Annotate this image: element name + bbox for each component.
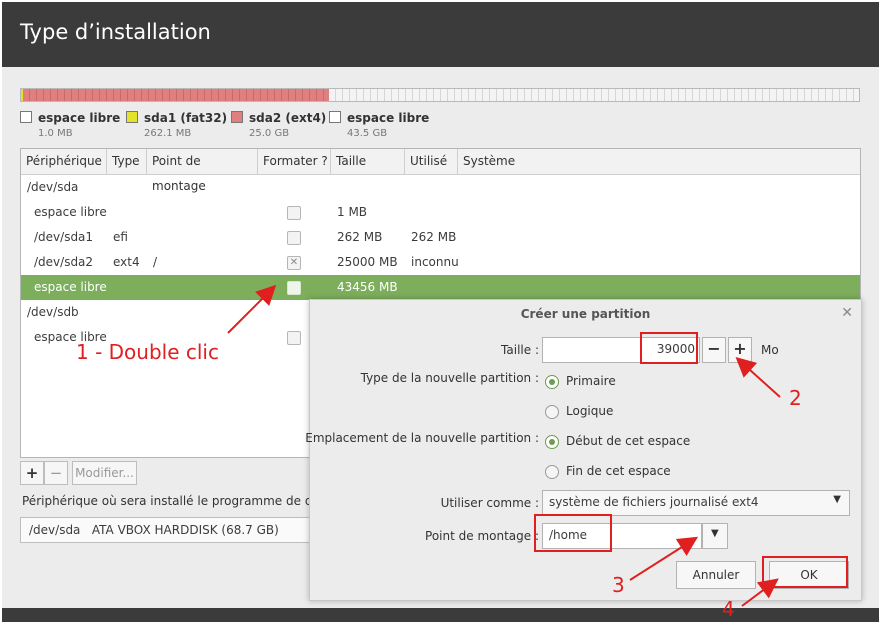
annotation-step1: 1 - Double clic — [76, 340, 219, 364]
annotation-step3: 3 — [612, 573, 625, 597]
annotation-step2: 2 — [789, 386, 802, 410]
annotation-step4: 4 — [722, 597, 735, 621]
annotation-arrows — [227, 284, 781, 607]
